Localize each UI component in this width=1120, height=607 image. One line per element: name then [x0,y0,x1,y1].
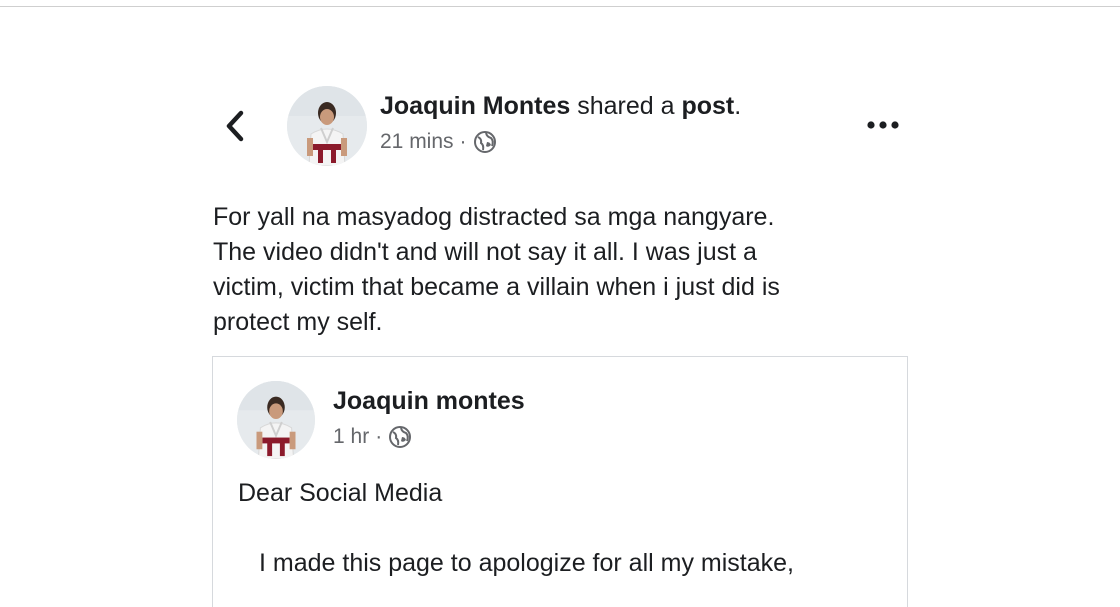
shared-post-timestamp[interactable]: 1 hr [333,425,369,449]
shared-post-card[interactable]: Joaquin montes 1 hr · Dear Social Media … [212,356,908,607]
shared-author-name[interactable]: Joaquin montes [333,387,525,416]
chevron-left-icon [226,110,244,142]
post-timestamp[interactable]: 21 mins [380,130,454,154]
avatar-image [237,381,315,459]
meta-separator: · [375,425,383,448]
post-meta: 21 mins · [380,130,497,154]
shared-post-text-line-2: I made this page to apologize for all my… [259,549,794,577]
author-avatar[interactable] [287,86,367,166]
shared-post-meta: 1 hr · [333,425,412,449]
post-body-text: For yall na masyadog distracted sa mga n… [213,203,780,336]
shared-author-avatar[interactable] [237,381,315,459]
avatar-image [287,86,367,166]
post-header: Joaquin Montes shared a post. [380,92,741,121]
more-horizontal-icon [867,121,899,129]
globe-icon[interactable] [388,425,412,449]
meta-separator: · [459,130,467,153]
header-period: . [734,92,742,120]
globe-icon[interactable] [473,130,497,154]
post-link[interactable]: post [681,92,734,120]
top-divider [0,6,1120,7]
action-text: shared a [570,92,682,120]
shared-post-text-line-1: Dear Social Media [238,479,443,507]
more-options-button[interactable] [862,112,904,138]
back-button[interactable] [218,104,252,148]
author-name[interactable]: Joaquin Montes [380,92,570,120]
